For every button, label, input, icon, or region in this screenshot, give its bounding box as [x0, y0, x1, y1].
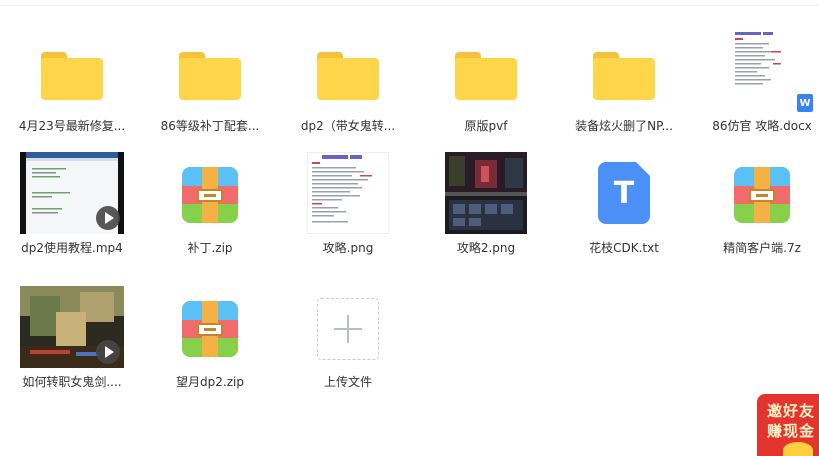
file-name: 装备炫火删了NP...: [575, 119, 673, 133]
play-icon: [96, 340, 120, 364]
video-thumbnail: [20, 152, 124, 234]
text-file-icon: T: [598, 162, 650, 224]
file-name: 原版pvf: [464, 119, 508, 133]
file-item[interactable]: 攻略.png: [288, 152, 408, 272]
file-item[interactable]: T 花枝CDK.txt: [564, 152, 684, 272]
file-item[interactable]: 望月dp2.zip: [150, 286, 270, 406]
file-name: 86等级补丁配套...: [160, 119, 260, 133]
zip-archive-icon: [182, 301, 238, 357]
file-item[interactable]: 补丁.zip: [150, 152, 270, 272]
file-name: 精简客户端.7z: [723, 241, 801, 255]
file-name: dp2使用教程.mp4: [21, 241, 123, 255]
file-name: 攻略2.png: [456, 241, 516, 255]
coin-icon: [783, 442, 813, 456]
file-item[interactable]: 4月23号最新修复...: [12, 30, 132, 150]
video-thumbnail: [20, 286, 124, 368]
docx-thumbnail: W: [731, 28, 813, 112]
upload-label: 上传文件: [323, 375, 372, 389]
plus-icon: [317, 298, 379, 360]
zip-archive-icon: [182, 167, 238, 223]
file-item[interactable]: 攻略2.png: [426, 152, 546, 272]
folder-icon: [455, 52, 517, 100]
play-icon: [96, 206, 120, 230]
file-item[interactable]: 原版pvf: [426, 30, 546, 150]
folder-icon: [41, 52, 103, 100]
file-item[interactable]: 86等级补丁配套...: [150, 30, 270, 150]
file-item[interactable]: 如何转职女鬼剑....: [12, 286, 132, 406]
folder-icon: [317, 52, 379, 100]
promo-line2: 赚现金: [767, 422, 816, 440]
file-name: 望月dp2.zip: [176, 375, 244, 389]
upload-file-button[interactable]: 上传文件: [288, 286, 408, 406]
file-item[interactable]: dp2（带女鬼转...: [288, 30, 408, 150]
file-name: 如何转职女鬼剑....: [22, 375, 122, 389]
word-badge-icon: W: [797, 94, 813, 112]
folder-icon: [179, 52, 241, 100]
file-item[interactable]: dp2使用教程.mp4: [12, 152, 132, 272]
top-divider: [0, 5, 819, 6]
file-name: 攻略.png: [322, 241, 374, 255]
file-item[interactable]: 精简客户端.7z: [702, 152, 819, 272]
file-name: 补丁.zip: [187, 241, 233, 255]
file-item[interactable]: 装备炫火删了NP...: [564, 30, 684, 150]
zip-archive-icon: [734, 167, 790, 223]
folder-icon: [593, 52, 655, 100]
file-item[interactable]: W 86仿官 攻略.docx: [702, 16, 819, 136]
file-name: dp2（带女鬼转...: [300, 119, 396, 133]
image-thumbnail: [307, 152, 389, 234]
file-name: 4月23号最新修复...: [18, 119, 126, 133]
image-thumbnail: [445, 152, 527, 234]
file-name: 花枝CDK.txt: [589, 241, 659, 255]
promo-line1: 邀好友: [767, 402, 816, 420]
invite-friends-promo[interactable]: 邀好友 赚现金: [757, 394, 819, 456]
file-name: 86仿官 攻略.docx: [712, 119, 812, 133]
